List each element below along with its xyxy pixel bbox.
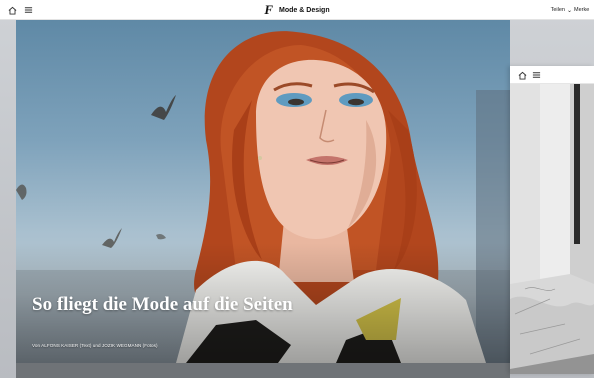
home-icon[interactable] xyxy=(518,66,527,84)
app-window: F Mode & Design Teilen ⌄ Merke So fliegt… xyxy=(0,0,594,378)
article-byline: Von ALFONS KAISER (Text) und JOZIK WEGMA… xyxy=(32,343,158,348)
home-icon[interactable] xyxy=(6,0,18,20)
brand: F Mode & Design xyxy=(0,0,594,20)
hero-bottom-strip xyxy=(16,363,510,378)
article-headline[interactable]: So fliegt die Mode auf die Seiten xyxy=(32,295,332,315)
next-card-topbar xyxy=(510,66,594,84)
chevron-down-icon: ⌄ xyxy=(566,7,572,14)
bookmark-label: Merke xyxy=(574,7,590,13)
share-label: Teilen xyxy=(550,7,565,13)
hero-card[interactable]: So fliegt die Mode auf die Seiten Von AL… xyxy=(16,20,510,363)
brand-logo[interactable]: F xyxy=(264,2,273,18)
top-bar: F Mode & Design Teilen ⌄ Merke xyxy=(0,0,594,20)
menu-icon[interactable] xyxy=(22,0,34,20)
next-article-photo xyxy=(510,84,594,374)
bookmark-button[interactable]: Merke xyxy=(574,0,594,20)
section-title[interactable]: Mode & Design xyxy=(279,7,330,14)
next-article-card[interactable] xyxy=(510,66,594,374)
share-button[interactable]: Teilen ⌄ xyxy=(551,0,572,20)
menu-icon[interactable] xyxy=(532,66,541,84)
